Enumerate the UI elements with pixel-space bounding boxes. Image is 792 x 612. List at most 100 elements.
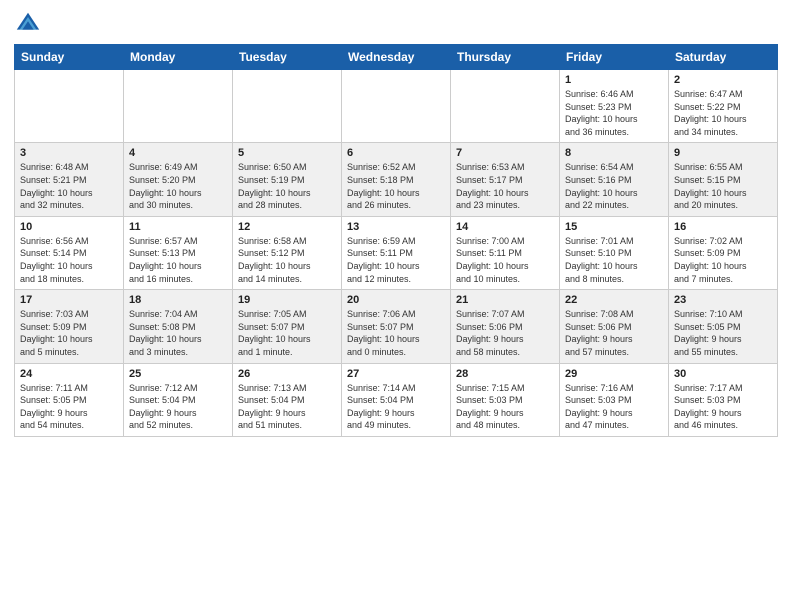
day-cell: 22 Sunrise: 7:08 AM Sunset: 5:06 PM Dayli… bbox=[560, 290, 669, 363]
col-header-thursday: Thursday bbox=[451, 45, 560, 70]
day-info: Sunrise: 6:55 AM Sunset: 5:15 PM Dayligh… bbox=[674, 161, 772, 211]
week-row-1: 1Sunrise: 6:46 AM Sunset: 5:23 PM Daylig… bbox=[15, 70, 778, 143]
day-info: Sunrise: 7:15 AM Sunset: 5:03 PM Dayligh… bbox=[456, 382, 554, 432]
col-header-wednesday: Wednesday bbox=[342, 45, 451, 70]
day-info: Sunrise: 6:48 AM Sunset: 5:21 PM Dayligh… bbox=[20, 161, 118, 211]
day-cell: 28 Sunrise: 7:15 AM Sunset: 5:03 PM Dayli… bbox=[451, 363, 560, 436]
day-number: 20 bbox=[347, 294, 445, 306]
day-cell: 14 Sunrise: 7:00 AM Sunset: 5:11 PM Dayli… bbox=[451, 216, 560, 289]
day-info: Sunrise: 6:52 AM Sunset: 5:18 PM Dayligh… bbox=[347, 161, 445, 211]
day-cell: 24 Sunrise: 7:11 AM Sunset: 5:05 PM Dayli… bbox=[15, 363, 124, 436]
day-cell: 26Sunrise: 7:13 AM Sunset: 5:04 PM Dayli… bbox=[233, 363, 342, 436]
day-cell: 2Sunrise: 6:47 AM Sunset: 5:22 PM Daylig… bbox=[669, 70, 778, 143]
day-number: 12 bbox=[238, 221, 336, 233]
day-cell: 5 Sunrise: 6:50 AM Sunset: 5:19 PM Daylig… bbox=[233, 143, 342, 216]
day-info: Sunrise: 6:58 AM Sunset: 5:12 PM Dayligh… bbox=[238, 235, 336, 285]
day-cell: 9 Sunrise: 6:55 AM Sunset: 5:15 PM Daylig… bbox=[669, 143, 778, 216]
day-cell: 18 Sunrise: 7:04 AM Sunset: 5:08 PM Dayli… bbox=[124, 290, 233, 363]
day-number: 15 bbox=[565, 221, 663, 233]
day-info: Sunrise: 7:10 AM Sunset: 5:05 PM Dayligh… bbox=[674, 308, 772, 358]
day-cell: 4 Sunrise: 6:49 AM Sunset: 5:20 PM Daylig… bbox=[124, 143, 233, 216]
day-number: 13 bbox=[347, 221, 445, 233]
logo bbox=[14, 10, 46, 38]
day-number: 23 bbox=[674, 294, 772, 306]
day-cell bbox=[233, 70, 342, 143]
week-row-3: 10 Sunrise: 6:56 AM Sunset: 5:14 PM Dayli… bbox=[15, 216, 778, 289]
day-number: 30 bbox=[674, 368, 772, 380]
day-cell bbox=[451, 70, 560, 143]
day-info: Sunrise: 7:07 AM Sunset: 5:06 PM Dayligh… bbox=[456, 308, 554, 358]
day-info: Sunrise: 6:47 AM Sunset: 5:22 PM Dayligh… bbox=[674, 88, 772, 138]
day-cell: 1Sunrise: 6:46 AM Sunset: 5:23 PM Daylig… bbox=[560, 70, 669, 143]
day-number: 7 bbox=[456, 147, 554, 159]
day-number: 16 bbox=[674, 221, 772, 233]
day-info: Sunrise: 7:06 AM Sunset: 5:07 PM Dayligh… bbox=[347, 308, 445, 358]
day-info: Sunrise: 7:11 AM Sunset: 5:05 PM Dayligh… bbox=[20, 382, 118, 432]
day-cell: 6 Sunrise: 6:52 AM Sunset: 5:18 PM Daylig… bbox=[342, 143, 451, 216]
day-info: Sunrise: 7:05 AM Sunset: 5:07 PM Dayligh… bbox=[238, 308, 336, 358]
col-header-sunday: Sunday bbox=[15, 45, 124, 70]
day-info: Sunrise: 7:17 AM Sunset: 5:03 PM Dayligh… bbox=[674, 382, 772, 432]
day-number: 21 bbox=[456, 294, 554, 306]
day-cell bbox=[124, 70, 233, 143]
day-number: 22 bbox=[565, 294, 663, 306]
day-number: 11 bbox=[129, 221, 227, 233]
day-number: 26 bbox=[238, 368, 336, 380]
day-number: 24 bbox=[20, 368, 118, 380]
day-info: Sunrise: 7:03 AM Sunset: 5:09 PM Dayligh… bbox=[20, 308, 118, 358]
day-info: Sunrise: 6:53 AM Sunset: 5:17 PM Dayligh… bbox=[456, 161, 554, 211]
day-info: Sunrise: 6:46 AM Sunset: 5:23 PM Dayligh… bbox=[565, 88, 663, 138]
week-row-4: 17 Sunrise: 7:03 AM Sunset: 5:09 PM Dayli… bbox=[15, 290, 778, 363]
day-cell: 15 Sunrise: 7:01 AM Sunset: 5:10 PM Dayli… bbox=[560, 216, 669, 289]
day-cell: 13 Sunrise: 6:59 AM Sunset: 5:11 PM Dayli… bbox=[342, 216, 451, 289]
day-number: 4 bbox=[129, 147, 227, 159]
day-number: 3 bbox=[20, 147, 118, 159]
day-cell: 23 Sunrise: 7:10 AM Sunset: 5:05 PM Dayli… bbox=[669, 290, 778, 363]
day-cell: 11 Sunrise: 6:57 AM Sunset: 5:13 PM Dayli… bbox=[124, 216, 233, 289]
day-info: Sunrise: 6:56 AM Sunset: 5:14 PM Dayligh… bbox=[20, 235, 118, 285]
day-cell bbox=[15, 70, 124, 143]
day-info: Sunrise: 6:50 AM Sunset: 5:19 PM Dayligh… bbox=[238, 161, 336, 211]
day-number: 5 bbox=[238, 147, 336, 159]
day-number: 10 bbox=[20, 221, 118, 233]
day-info: Sunrise: 7:04 AM Sunset: 5:08 PM Dayligh… bbox=[129, 308, 227, 358]
day-cell: 8Sunrise: 6:54 AM Sunset: 5:16 PM Daylig… bbox=[560, 143, 669, 216]
day-number: 19 bbox=[238, 294, 336, 306]
day-cell: 3 Sunrise: 6:48 AM Sunset: 5:21 PM Daylig… bbox=[15, 143, 124, 216]
day-number: 29 bbox=[565, 368, 663, 380]
day-cell: 29 Sunrise: 7:16 AM Sunset: 5:03 PM Dayli… bbox=[560, 363, 669, 436]
day-info: Sunrise: 7:02 AM Sunset: 5:09 PM Dayligh… bbox=[674, 235, 772, 285]
day-info: Sunrise: 7:14 AM Sunset: 5:04 PM Dayligh… bbox=[347, 382, 445, 432]
day-info: Sunrise: 7:16 AM Sunset: 5:03 PM Dayligh… bbox=[565, 382, 663, 432]
day-info: Sunrise: 6:54 AM Sunset: 5:16 PM Dayligh… bbox=[565, 161, 663, 211]
day-info: Sunrise: 7:00 AM Sunset: 5:11 PM Dayligh… bbox=[456, 235, 554, 285]
header-row: SundayMondayTuesdayWednesdayThursdayFrid… bbox=[15, 45, 778, 70]
day-info: Sunrise: 6:49 AM Sunset: 5:20 PM Dayligh… bbox=[129, 161, 227, 211]
day-cell: 25Sunrise: 7:12 AM Sunset: 5:04 PM Dayli… bbox=[124, 363, 233, 436]
day-info: Sunrise: 7:12 AM Sunset: 5:04 PM Dayligh… bbox=[129, 382, 227, 432]
day-cell: 16 Sunrise: 7:02 AM Sunset: 5:09 PM Dayli… bbox=[669, 216, 778, 289]
day-info: Sunrise: 6:59 AM Sunset: 5:11 PM Dayligh… bbox=[347, 235, 445, 285]
day-number: 17 bbox=[20, 294, 118, 306]
header bbox=[14, 10, 778, 38]
day-number: 28 bbox=[456, 368, 554, 380]
week-row-2: 3 Sunrise: 6:48 AM Sunset: 5:21 PM Daylig… bbox=[15, 143, 778, 216]
day-cell: 10 Sunrise: 6:56 AM Sunset: 5:14 PM Dayli… bbox=[15, 216, 124, 289]
day-number: 6 bbox=[347, 147, 445, 159]
logo-icon bbox=[14, 10, 42, 38]
day-info: Sunrise: 7:01 AM Sunset: 5:10 PM Dayligh… bbox=[565, 235, 663, 285]
day-cell: 20 Sunrise: 7:06 AM Sunset: 5:07 PM Dayli… bbox=[342, 290, 451, 363]
day-cell: 19 Sunrise: 7:05 AM Sunset: 5:07 PM Dayli… bbox=[233, 290, 342, 363]
day-number: 18 bbox=[129, 294, 227, 306]
day-number: 27 bbox=[347, 368, 445, 380]
day-number: 9 bbox=[674, 147, 772, 159]
col-header-friday: Friday bbox=[560, 45, 669, 70]
day-info: Sunrise: 7:08 AM Sunset: 5:06 PM Dayligh… bbox=[565, 308, 663, 358]
day-info: Sunrise: 6:57 AM Sunset: 5:13 PM Dayligh… bbox=[129, 235, 227, 285]
col-header-monday: Monday bbox=[124, 45, 233, 70]
col-header-tuesday: Tuesday bbox=[233, 45, 342, 70]
week-row-5: 24 Sunrise: 7:11 AM Sunset: 5:05 PM Dayli… bbox=[15, 363, 778, 436]
day-number: 14 bbox=[456, 221, 554, 233]
page: SundayMondayTuesdayWednesdayThursdayFrid… bbox=[0, 0, 792, 612]
day-cell: 30 Sunrise: 7:17 AM Sunset: 5:03 PM Dayli… bbox=[669, 363, 778, 436]
